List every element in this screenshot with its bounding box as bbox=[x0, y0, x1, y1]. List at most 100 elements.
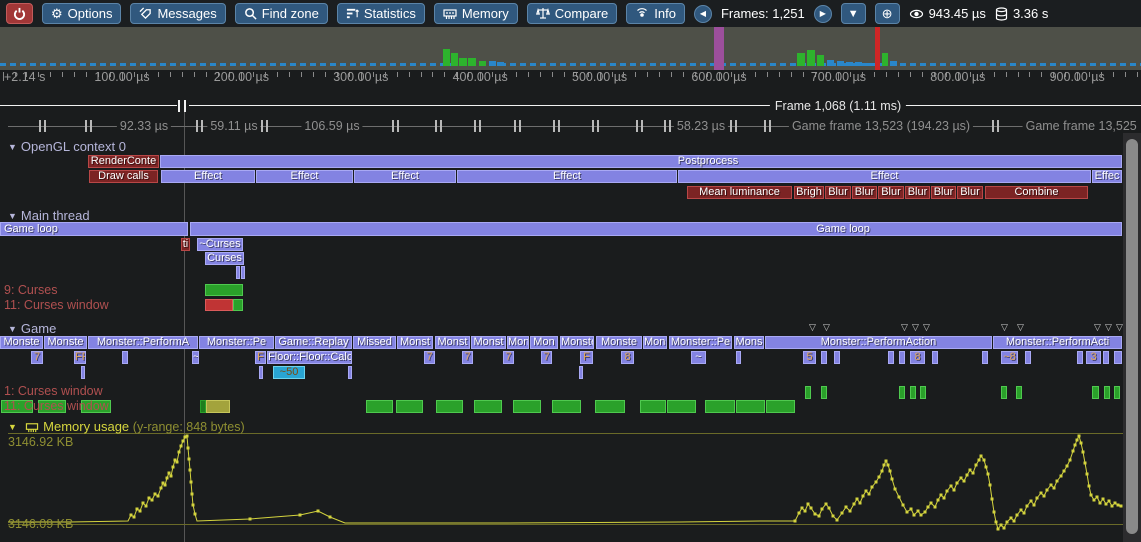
lock-event-bar[interactable] bbox=[1016, 386, 1022, 399]
game-frame-mark[interactable] bbox=[764, 120, 766, 132]
game-frame-mark[interactable] bbox=[201, 120, 203, 132]
zone[interactable] bbox=[834, 351, 840, 364]
lock-event-bar[interactable] bbox=[910, 386, 916, 399]
zone[interactable]: Monste bbox=[44, 336, 87, 349]
zone[interactable] bbox=[736, 351, 741, 364]
zone[interactable]: Effect bbox=[161, 170, 255, 183]
zone[interactable]: Effect bbox=[256, 170, 353, 183]
game-frame-mark[interactable] bbox=[397, 120, 399, 132]
lock-event-bar[interactable] bbox=[1092, 386, 1099, 399]
game-frame-label[interactable]: Game frame 13,525 ( bbox=[1023, 119, 1141, 133]
zone[interactable]: ~ bbox=[691, 351, 706, 364]
zone[interactable] bbox=[190, 222, 1122, 236]
zone[interactable]: 7 bbox=[424, 351, 435, 364]
zone[interactable]: 7 bbox=[541, 351, 552, 364]
message-marker-icon[interactable]: ▽ bbox=[823, 323, 830, 332]
zone[interactable]: ~Curses bbox=[197, 238, 243, 251]
message-marker-icon[interactable]: ▽ bbox=[1094, 323, 1101, 332]
zone[interactable]: Mon bbox=[530, 336, 558, 349]
zone[interactable]: FF bbox=[74, 351, 86, 364]
game-frame-mark[interactable] bbox=[514, 120, 516, 132]
game-frame-mark[interactable] bbox=[664, 120, 666, 132]
message-marker-icon[interactable]: ▽ bbox=[912, 323, 919, 332]
lock-event-bar[interactable] bbox=[233, 299, 243, 311]
zone[interactable] bbox=[236, 266, 240, 279]
lock-event-bar[interactable] bbox=[366, 400, 393, 413]
game-frame-mark[interactable] bbox=[39, 120, 41, 132]
zone[interactable]: Monster::PerformActi bbox=[993, 336, 1122, 349]
lock-event-bar[interactable] bbox=[205, 284, 243, 296]
zone[interactable]: 5 bbox=[803, 351, 816, 364]
zone[interactable]: Monst bbox=[435, 336, 470, 349]
game-frame-mark[interactable] bbox=[669, 120, 671, 132]
lock-event-bar[interactable] bbox=[1104, 386, 1110, 399]
zone[interactable] bbox=[81, 366, 85, 379]
zone[interactable]: ~50 bbox=[273, 366, 305, 379]
game-frame-mark[interactable] bbox=[392, 120, 394, 132]
lock-event-bar[interactable] bbox=[805, 386, 811, 399]
zone[interactable]: 3 bbox=[1086, 351, 1101, 364]
game-frame-mark[interactable] bbox=[435, 120, 437, 132]
lock-event-bar[interactable] bbox=[205, 299, 233, 311]
lock-event-bar[interactable] bbox=[821, 386, 827, 399]
game-frame-mark[interactable] bbox=[558, 120, 560, 132]
zone[interactable]: Draw calls bbox=[89, 170, 158, 183]
zone[interactable]: Blur bbox=[825, 186, 851, 199]
zone[interactable]: ti bbox=[181, 238, 190, 251]
zone[interactable]: Effec bbox=[1092, 170, 1122, 183]
zone[interactable]: Effect bbox=[354, 170, 456, 183]
zone[interactable]: Monster::Pe bbox=[199, 336, 274, 349]
game-frame-mark[interactable] bbox=[735, 120, 737, 132]
game-frame-label[interactable]: 59.11 µs bbox=[207, 119, 260, 133]
zone[interactable] bbox=[982, 351, 988, 364]
message-marker-icon[interactable]: ▽ bbox=[901, 323, 908, 332]
zone[interactable] bbox=[1114, 351, 1122, 364]
zone[interactable]: Blur bbox=[852, 186, 877, 199]
game-frame-label[interactable]: 106.59 µs bbox=[301, 119, 362, 133]
zone[interactable]: 8 bbox=[910, 351, 925, 364]
game-frame-mark[interactable] bbox=[730, 120, 732, 132]
zone[interactable]: Effect bbox=[678, 170, 1091, 183]
message-marker-icon[interactable]: ▽ bbox=[1116, 323, 1123, 332]
zone[interactable] bbox=[1025, 351, 1031, 364]
zone[interactable]: Blur bbox=[931, 186, 956, 199]
zone[interactable]: Monster::PerformA bbox=[88, 336, 198, 349]
zone[interactable]: 7 bbox=[503, 351, 514, 364]
zone[interactable]: Monst bbox=[397, 336, 433, 349]
game-frame-mark[interactable] bbox=[992, 120, 994, 132]
zone[interactable]: Blur bbox=[878, 186, 904, 199]
game-frame-mark[interactable] bbox=[90, 120, 92, 132]
zone[interactable]: Mean luminance bbox=[687, 186, 792, 199]
lock-event-bar[interactable] bbox=[736, 400, 765, 413]
zone[interactable]: Game::Replay bbox=[275, 336, 352, 349]
section-header-game[interactable]: ▼Game bbox=[8, 321, 56, 336]
zone[interactable]: Game loop bbox=[0, 222, 188, 236]
zone[interactable]: Blur bbox=[957, 186, 983, 199]
lock-event-bar[interactable] bbox=[595, 400, 625, 413]
zone[interactable] bbox=[821, 351, 827, 364]
game-frame-mark[interactable] bbox=[474, 120, 476, 132]
zone[interactable] bbox=[160, 155, 1122, 168]
zone[interactable]: Effect bbox=[457, 170, 677, 183]
zone[interactable] bbox=[259, 366, 263, 379]
message-marker-icon[interactable]: ▽ bbox=[1001, 323, 1008, 332]
lock-event-bar[interactable] bbox=[474, 400, 502, 413]
zone[interactable] bbox=[122, 351, 128, 364]
lock-event-bar[interactable] bbox=[899, 386, 905, 399]
game-frame-mark[interactable] bbox=[196, 120, 198, 132]
game-frame-mark[interactable] bbox=[261, 120, 263, 132]
zone[interactable]: Floor::Floor::Calc bbox=[267, 351, 352, 364]
zone[interactable]: F bbox=[580, 351, 593, 364]
game-frame-label[interactable]: Game frame 13,523 (194.23 µs) bbox=[789, 119, 973, 133]
zone[interactable]: Monste bbox=[596, 336, 642, 349]
lock-event-bar[interactable] bbox=[766, 400, 795, 413]
zone[interactable]: Monst bbox=[471, 336, 506, 349]
message-marker-icon[interactable]: ▽ bbox=[809, 323, 816, 332]
game-frame-mark[interactable] bbox=[769, 120, 771, 132]
zone[interactable]: Combine bbox=[985, 186, 1088, 199]
lock-event-bar[interactable] bbox=[640, 400, 666, 413]
memory-graph[interactable] bbox=[0, 0, 1141, 542]
message-marker-icon[interactable]: ▽ bbox=[923, 323, 930, 332]
lock-event-bar[interactable] bbox=[396, 400, 423, 413]
memory-section-header[interactable]: ▼ Memory usage (y-range: 848 bytes) bbox=[8, 419, 245, 434]
